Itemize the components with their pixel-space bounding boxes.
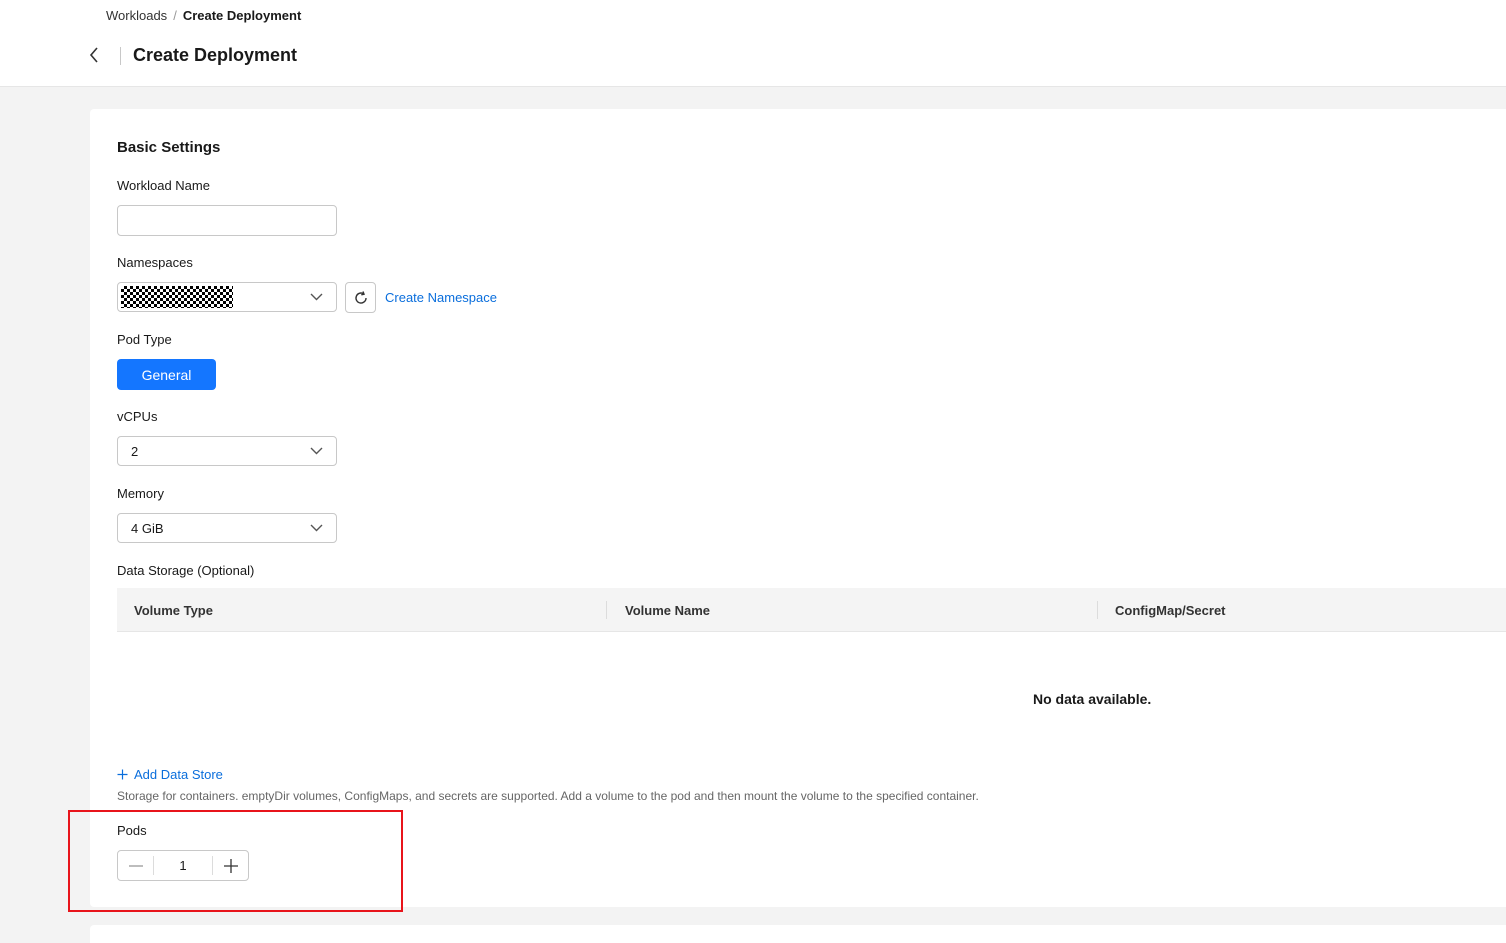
minus-icon xyxy=(128,864,143,867)
pods-count[interactable]: 1 xyxy=(153,856,213,875)
pods-stepper: 1 xyxy=(117,850,249,881)
breadcrumb-current: Create Deployment xyxy=(182,8,302,23)
chevron-down-icon xyxy=(309,444,323,458)
vcpus-value: 2 xyxy=(131,443,139,459)
plus-icon xyxy=(223,858,238,873)
data-storage-hint: Storage for containers. emptyDir volumes… xyxy=(117,789,979,803)
breadcrumb-workloads[interactable]: Workloads xyxy=(106,8,167,23)
create-namespace-link[interactable]: Create Namespace xyxy=(385,290,497,305)
empty-table-message: No data available. xyxy=(1033,691,1152,707)
masked-namespace xyxy=(121,286,233,308)
back-button[interactable] xyxy=(84,44,104,66)
basic-settings-card: Basic Settings Workload Name Namespaces … xyxy=(90,109,1506,907)
next-section-card xyxy=(90,925,1506,943)
chevron-down-icon xyxy=(309,521,323,535)
namespaces-label: Namespaces xyxy=(117,255,193,270)
plus-icon xyxy=(117,769,128,780)
column-volume-type[interactable]: Volume Type xyxy=(134,588,213,632)
breadcrumb: Workloads / Create Deployment xyxy=(106,8,301,23)
column-divider xyxy=(606,601,607,619)
decrement-button[interactable] xyxy=(118,851,153,880)
namespace-value xyxy=(121,286,309,308)
page-title: Create Deployment xyxy=(133,45,298,65)
chevron-left-icon xyxy=(89,47,98,63)
breadcrumb-separator: / xyxy=(173,8,177,23)
section-title: Basic Settings xyxy=(117,139,221,156)
data-storage-table-header: Volume Type Volume Name ConfigMap/Secret xyxy=(117,588,1506,632)
workload-name-label: Workload Name xyxy=(117,178,210,193)
memory-label: Memory xyxy=(117,486,164,501)
pod-type-general-button[interactable]: General xyxy=(117,359,216,390)
namespace-select[interactable] xyxy=(117,282,337,312)
data-storage-label: Data Storage (Optional) xyxy=(117,563,255,578)
add-data-store-label: Add Data Store xyxy=(134,767,223,782)
workload-name-input[interactable] xyxy=(117,205,337,236)
memory-value: 4 GiB xyxy=(131,520,164,536)
column-divider xyxy=(1097,601,1098,619)
memory-select[interactable]: 4 GiB xyxy=(117,513,337,543)
pod-type-label: Pod Type xyxy=(117,332,172,347)
chevron-down-icon xyxy=(309,290,323,304)
vcpus-select[interactable]: 2 xyxy=(117,436,337,466)
refresh-icon xyxy=(354,290,367,304)
vcpus-label: vCPUs xyxy=(117,409,158,424)
column-volume-name[interactable]: Volume Name xyxy=(625,588,710,632)
pods-label: Pods xyxy=(117,823,147,838)
column-configmap-secret[interactable]: ConfigMap/Secret xyxy=(1115,588,1226,632)
increment-button[interactable] xyxy=(213,851,248,880)
add-data-store-link[interactable]: Add Data Store xyxy=(117,767,223,782)
title-divider xyxy=(120,47,121,65)
refresh-button[interactable] xyxy=(345,282,376,313)
page-header: Workloads / Create Deployment Create Dep… xyxy=(0,0,1506,87)
